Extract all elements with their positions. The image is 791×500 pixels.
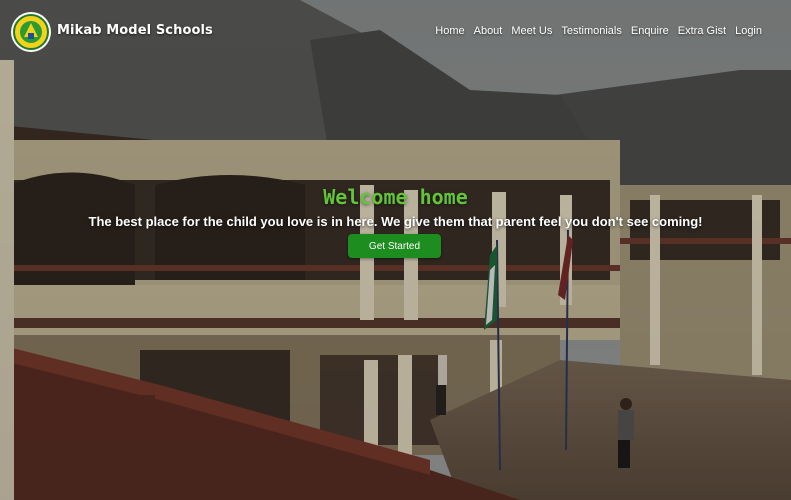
top-navbar: Mikab Model Schools Home About Meet Us T…	[0, 0, 791, 62]
school-crest-icon[interactable]	[10, 11, 52, 53]
nav-menu: Home About Meet Us Testimonials Enquire …	[435, 25, 762, 37]
nav-home-link[interactable]: Home	[435, 25, 464, 37]
hero-heading: Welcome home	[323, 185, 468, 209]
hero-tagline: The best place for the child you love is…	[88, 214, 703, 229]
nav-extra-gist-link[interactable]: Extra Gist	[678, 25, 726, 37]
nav-login-link[interactable]: Login	[735, 25, 762, 37]
brand-name[interactable]: Mikab Model Schools	[57, 23, 213, 38]
nav-testimonials-link[interactable]: Testimonials	[561, 25, 622, 37]
get-started-button[interactable]: Get Started	[348, 234, 441, 258]
nav-about-link[interactable]: About	[474, 25, 503, 37]
nav-meet-us-link[interactable]: Meet Us	[511, 25, 552, 37]
nav-enquire-link[interactable]: Enquire	[631, 25, 669, 37]
